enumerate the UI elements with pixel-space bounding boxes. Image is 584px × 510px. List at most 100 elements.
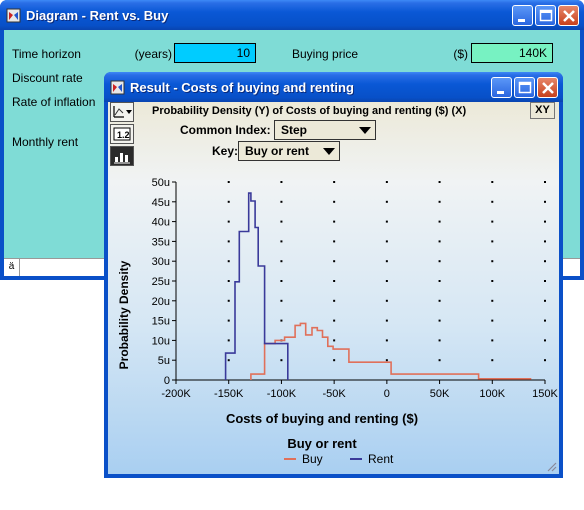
close-button[interactable] — [537, 77, 558, 98]
grid-dot — [544, 240, 546, 243]
legend-title: Buy or rent — [287, 436, 357, 451]
grid-dot — [385, 359, 388, 362]
grid-dot — [438, 280, 441, 282]
grid-dot — [333, 339, 336, 342]
grid-dot — [227, 220, 230, 223]
result-title-bar[interactable]: Result - Costs of buying and renting — [104, 72, 563, 102]
table-view-button[interactable]: 1.2 — [110, 124, 134, 144]
x-tick-label: -200K — [161, 388, 191, 400]
xy-button[interactable]: XY — [530, 102, 555, 119]
grid-dot — [385, 181, 388, 183]
maximize-icon — [518, 81, 532, 94]
grid-dot — [385, 299, 388, 302]
graph-view-button[interactable] — [110, 102, 134, 122]
grid-dot — [333, 299, 336, 302]
grid-dot — [438, 200, 441, 203]
chart-view-button[interactable] — [110, 146, 134, 166]
result-heading: Probability Density (Y) of Costs of buyi… — [152, 105, 467, 117]
status-cell: ä — [4, 259, 20, 276]
grid-dot — [385, 220, 388, 223]
time-horizon-input[interactable]: 10 — [174, 43, 256, 63]
buying-price-label: Buying price — [292, 47, 359, 61]
grid-dot — [227, 200, 230, 203]
rate-of-inflation-label: Rate of inflation — [12, 95, 96, 109]
grid-dot — [227, 280, 230, 282]
grid-dot — [491, 299, 494, 302]
grid-dot — [227, 181, 230, 183]
grid-dot — [438, 319, 441, 322]
series-line-buy — [250, 322, 532, 380]
grid-dot — [333, 240, 336, 243]
legend: Buy Rent — [284, 452, 394, 466]
monthly-rent-label: Monthly rent — [12, 135, 79, 149]
x-tick-label: 100K — [479, 388, 505, 400]
buying-price-input[interactable]: 140K — [471, 43, 553, 63]
minimize-button[interactable] — [512, 5, 533, 26]
grid-dot — [280, 359, 283, 362]
close-button[interactable] — [558, 5, 579, 26]
grid-dot — [438, 240, 441, 243]
y-tick-label: 35u — [152, 236, 170, 248]
chevron-down-icon — [359, 127, 371, 134]
grid-dot — [438, 359, 441, 362]
grid-dot — [491, 339, 494, 342]
time-horizon-label: Time horizon — [12, 47, 81, 61]
grid-dot — [544, 200, 546, 203]
grid-dot — [385, 280, 388, 282]
grid-dot — [333, 319, 336, 322]
y-tick-label: 30u — [152, 256, 170, 268]
minimize-button[interactable] — [491, 77, 512, 98]
key-dropdown[interactable]: Buy or rent — [238, 141, 340, 161]
grid-dot — [491, 220, 494, 223]
grid-dot — [438, 220, 441, 223]
grid-dot — [491, 240, 494, 243]
maximize-button[interactable] — [535, 5, 556, 26]
grid-dot — [385, 260, 388, 263]
grid-dot — [385, 240, 388, 243]
svg-text:1.2: 1.2 — [117, 130, 130, 140]
result-window[interactable]: Result - Costs of buying and renting 1.2 — [104, 72, 563, 478]
grid-dot — [280, 260, 283, 263]
common-index-dropdown[interactable]: Step — [274, 120, 376, 140]
y-tick-label: 45u — [152, 197, 170, 209]
minimize-icon — [497, 91, 504, 94]
grid-dot — [227, 319, 230, 322]
y-tick-label: 0 — [164, 375, 170, 387]
grid-dot — [227, 260, 230, 263]
legend-label-buy: Buy — [302, 452, 323, 466]
grid-dot — [227, 359, 230, 362]
grid-dot — [333, 181, 336, 183]
grid-dot — [280, 200, 283, 203]
time-horizon-unit: (years) — [134, 47, 172, 61]
grid-dot — [544, 339, 546, 342]
grid-dot — [544, 359, 546, 362]
x-tick-label: -100K — [267, 388, 297, 400]
grid-dot — [333, 200, 336, 203]
grid-dot — [385, 319, 388, 322]
x-tick-label: 50K — [430, 388, 450, 400]
diagram-title-bar[interactable]: Diagram - Rent vs. Buy — [0, 0, 584, 30]
common-index-label: Common Index: — [180, 123, 271, 137]
y-axis-label: Probability Density — [117, 260, 131, 369]
key-value: Buy or rent — [245, 144, 310, 158]
y-tick-label: 10u — [152, 335, 170, 347]
x-tick-label: -50K — [323, 388, 347, 400]
graph-type-icon — [113, 106, 132, 118]
result-client: 1.2 Probability Density (Y) of Costs of … — [108, 102, 559, 474]
grid-dot — [491, 319, 494, 322]
grid-dot — [544, 280, 546, 282]
resize-grip-icon[interactable] — [545, 460, 557, 472]
grid-dot — [385, 200, 388, 203]
discount-rate-label: Discount rate — [12, 71, 83, 85]
grid-dot — [438, 299, 441, 302]
maximize-button[interactable] — [514, 77, 535, 98]
grid-dot — [333, 280, 336, 282]
grid-dot — [544, 319, 546, 322]
x-tick-label: 0 — [384, 388, 390, 400]
grid-dot — [227, 339, 230, 342]
grid-dot — [333, 359, 336, 362]
buying-price-unit: ($) — [453, 47, 468, 61]
y-tick-label: 50u — [152, 177, 170, 189]
chevron-down-icon — [323, 148, 335, 155]
grid-dot — [491, 359, 494, 362]
